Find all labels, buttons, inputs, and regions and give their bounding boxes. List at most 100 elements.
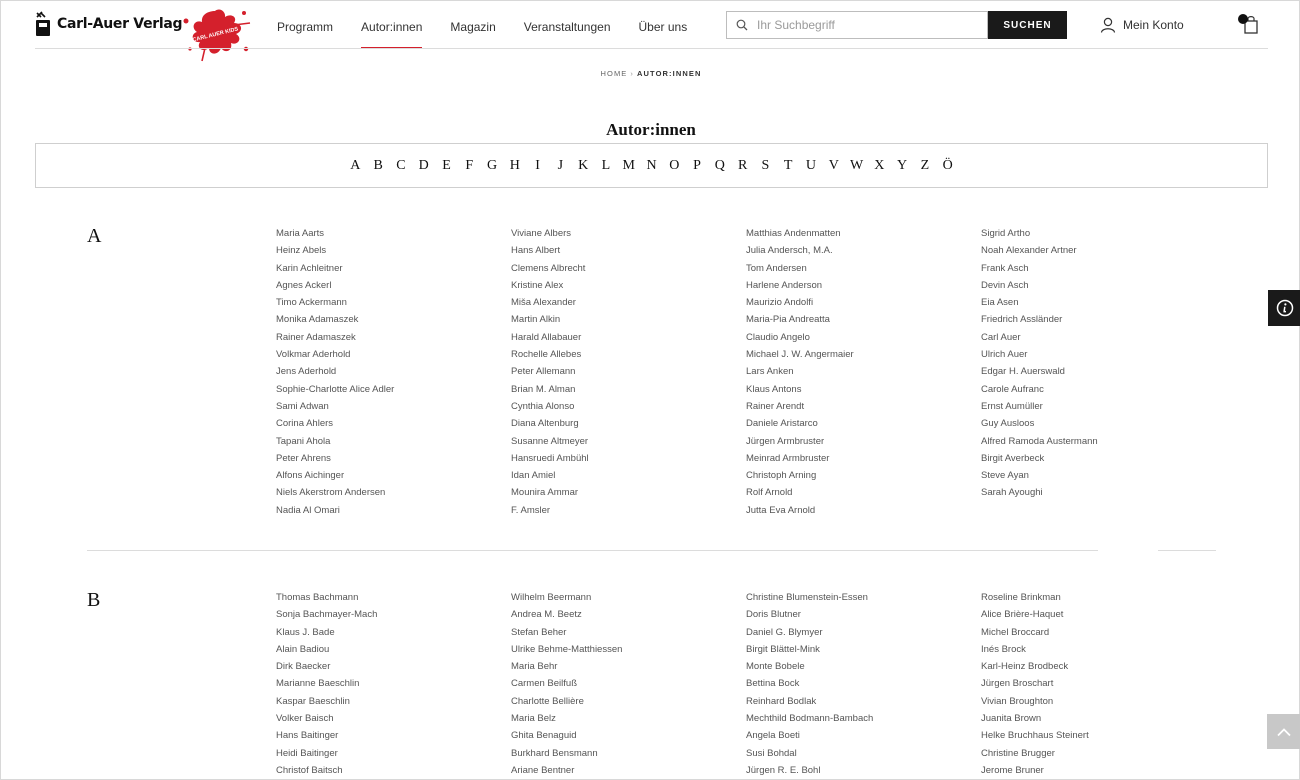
author-link[interactable]: Helke Bruchhaus Steinert [981,727,1211,744]
alpha-letter-f[interactable]: F [463,158,476,174]
author-link[interactable]: Sonja Bachmayer-Mach [276,606,506,623]
author-link[interactable]: Birgit Blättel-Mink [746,641,976,658]
alpha-letter-e[interactable]: E [440,158,453,174]
author-link[interactable]: Carmen Beilfuß [511,675,741,692]
author-link[interactable]: Karl-Heinz Brodbeck [981,658,1211,675]
carl-auer-logo[interactable]: Carl-Auer Verlag [35,9,183,39]
alpha-letter-q[interactable]: Q [713,158,726,174]
author-link[interactable]: Edgar H. Auerswald [981,363,1211,380]
author-link[interactable]: Maria Behr [511,658,741,675]
author-link[interactable]: Friedrich Assländer [981,311,1211,328]
alpha-letter-k[interactable]: K [577,158,590,174]
author-link[interactable]: Inés Brock [981,641,1211,658]
alpha-letter-i[interactable]: I [531,158,544,174]
alpha-letter-b[interactable]: B [372,158,385,174]
author-link[interactable]: Jens Aderhold [276,363,506,380]
alpha-letter-c[interactable]: C [394,158,407,174]
author-link[interactable]: Viviane Albers [511,225,741,242]
author-link[interactable]: Jürgen Broschart [981,675,1211,692]
alpha-letter-s[interactable]: S [759,158,772,174]
carl-auer-kids-logo[interactable]: CARL AUER KIDS [176,3,254,63]
author-link[interactable]: Christine Blumenstein-Essen [746,589,976,606]
author-link[interactable]: Jerome Bruner [981,762,1211,779]
alpha-letter-r[interactable]: R [736,158,749,174]
author-link[interactable]: Sarah Ayoughi [981,484,1211,501]
author-link[interactable]: Ulrich Auer [981,346,1211,363]
author-link[interactable]: Volkmar Aderhold [276,346,506,363]
author-link[interactable]: Frank Asch [981,260,1211,277]
author-link[interactable]: Agnes Ackerl [276,277,506,294]
author-link[interactable]: Matthias Andenmatten [746,225,976,242]
author-link[interactable]: Thomas Bachmann [276,589,506,606]
author-link[interactable]: Birgit Averbeck [981,450,1211,467]
nav-magazin[interactable]: Magazin [450,1,495,49]
author-link[interactable]: Jürgen Armbruster [746,433,976,450]
alpha-letter-d[interactable]: D [417,158,430,174]
author-link[interactable]: Michael J. W. Angermaier [746,346,976,363]
author-link[interactable]: Diana Altenburg [511,415,741,432]
nav-veranstaltungen[interactable]: Veranstaltungen [524,1,611,49]
author-link[interactable]: Eia Asen [981,294,1211,311]
author-link[interactable]: Mounira Ammar [511,484,741,501]
author-link[interactable]: Charlotte Bellière [511,693,741,710]
search-button[interactable]: SUCHEN [988,11,1067,39]
author-link[interactable]: Hansruedi Ambühl [511,450,741,467]
alpha-letter-n[interactable]: N [645,158,658,174]
author-link[interactable]: Niels Akerstrom Andersen [276,484,506,501]
author-link[interactable]: Peter Allemann [511,363,741,380]
alpha-letter-w[interactable]: W [850,158,863,174]
author-link[interactable]: Ghita Benaguid [511,727,741,744]
breadcrumb-home[interactable]: HOME [601,69,628,78]
author-link[interactable]: Clemens Albrecht [511,260,741,277]
author-link[interactable]: Volker Baisch [276,710,506,727]
author-link[interactable]: Ulrike Behme-Matthiessen [511,641,741,658]
author-link[interactable]: Alfons Aichinger [276,467,506,484]
alpha-letter-x[interactable]: X [873,158,886,174]
author-link[interactable]: Hans Albert [511,242,741,259]
author-link[interactable]: Steve Ayan [981,467,1211,484]
author-link[interactable]: Sami Adwan [276,398,506,415]
alpha-letter-l[interactable]: L [599,158,612,174]
author-link[interactable]: Maurizio Andolfi [746,294,976,311]
author-link[interactable]: Martin Alkin [511,311,741,328]
alpha-letter-u[interactable]: U [804,158,817,174]
author-link[interactable]: Noah Alexander Artner [981,242,1211,259]
author-link[interactable]: Peter Ahrens [276,450,506,467]
author-link[interactable]: Kaspar Baeschlin [276,693,506,710]
author-link[interactable]: Brian M. Alman [511,381,741,398]
alpha-letter-v[interactable]: V [827,158,840,174]
author-link[interactable]: Daniel G. Blymyer [746,624,976,641]
author-link[interactable]: Corina Ahlers [276,415,506,432]
alpha-letter-m[interactable]: M [622,158,635,174]
alpha-letter-z[interactable]: Z [918,158,931,174]
author-link[interactable]: Rolf Arnold [746,484,976,501]
author-link[interactable]: Rainer Adamaszek [276,329,506,346]
author-link[interactable]: Tom Andersen [746,260,976,277]
author-link[interactable]: Christof Baitsch [276,762,506,779]
author-link[interactable]: Vivian Broughton [981,693,1211,710]
author-link[interactable]: Heidi Baitinger [276,745,506,762]
author-link[interactable]: Guy Ausloos [981,415,1211,432]
author-link[interactable]: Harlene Anderson [746,277,976,294]
author-link[interactable]: Jutta Eva Arnold [746,502,976,519]
alpha-letter-a[interactable]: A [349,158,362,174]
alpha-letter-y[interactable]: Y [896,158,909,174]
author-link[interactable]: Doris Blutner [746,606,976,623]
author-link[interactable]: Marianne Baeschlin [276,675,506,692]
author-link[interactable]: Susanne Altmeyer [511,433,741,450]
author-link[interactable]: Hans Baitinger [276,727,506,744]
author-link[interactable]: Maria Aarts [276,225,506,242]
author-link[interactable]: Daniele Aristarco [746,415,976,432]
back-to-top-button[interactable] [1267,714,1300,749]
author-link[interactable]: Christine Brugger [981,745,1211,762]
author-link[interactable]: Alain Badiou [276,641,506,658]
author-link[interactable]: Kristine Alex [511,277,741,294]
author-link[interactable]: Mechthild Bodmann-Bambach [746,710,976,727]
author-link[interactable]: Alfred Ramoda Austermann [981,433,1211,450]
alpha-letter-t[interactable]: T [782,158,795,174]
nav-programm[interactable]: Programm [277,1,333,49]
nav-ueber-uns[interactable]: Über uns [639,1,688,49]
author-link[interactable]: Andrea M. Beetz [511,606,741,623]
author-link[interactable]: Jürgen R. E. Bohl [746,762,976,779]
author-link[interactable]: Maria-Pia Andreatta [746,311,976,328]
